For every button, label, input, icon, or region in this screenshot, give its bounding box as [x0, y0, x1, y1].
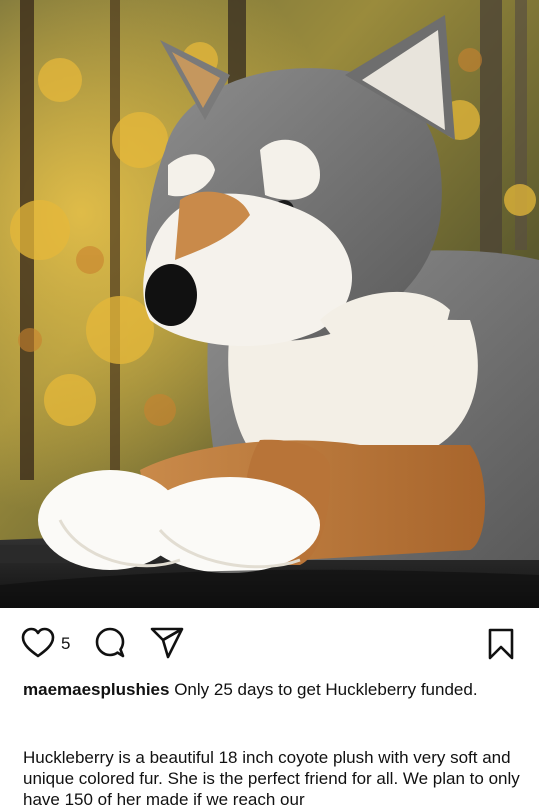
- post-actions-bar: 5: [0, 608, 539, 678]
- like-count: 5: [61, 634, 71, 653]
- heart-icon[interactable]: [20, 626, 56, 660]
- post-caption-text: Only 25 days to get Huckleberry funded.: [174, 680, 478, 699]
- post-caption: maemaesplushies Only 25 days to get Huck…: [23, 678, 523, 701]
- post-photo[interactable]: [0, 0, 539, 608]
- share-icon[interactable]: [148, 626, 186, 660]
- comment-icon[interactable]: [92, 626, 128, 662]
- post-description: Huckleberry is a beautiful 18 inch coyot…: [23, 748, 520, 809]
- post-username[interactable]: maemaesplushies: [23, 680, 169, 699]
- bookmark-icon[interactable]: [484, 626, 518, 662]
